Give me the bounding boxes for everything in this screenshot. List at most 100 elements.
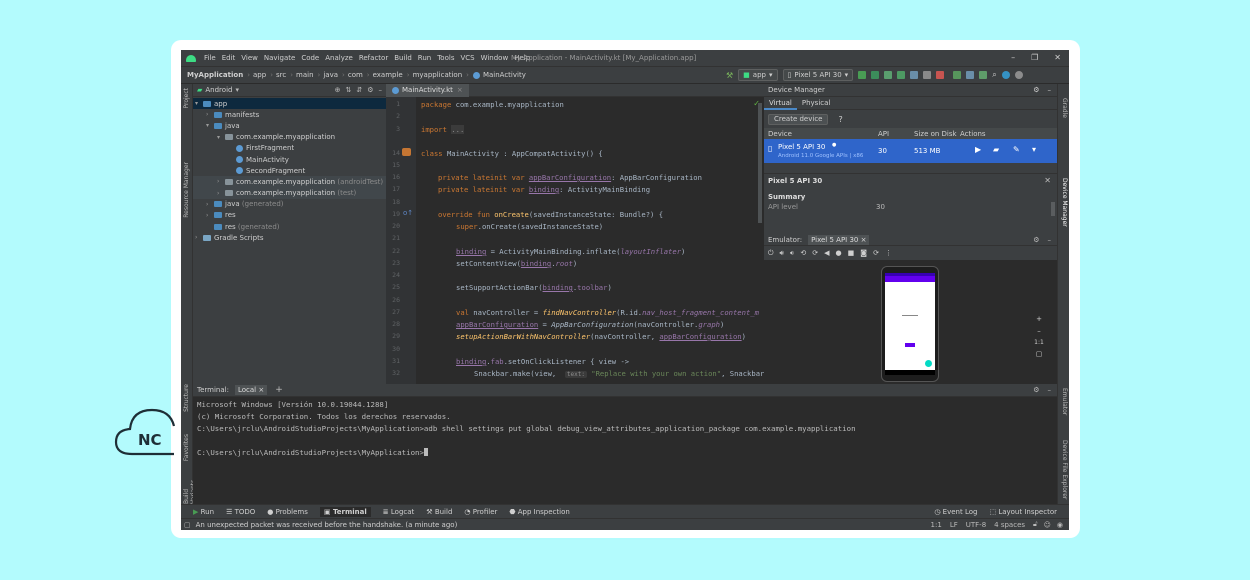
tree-item-firstfragment[interactable]: FirstFragment [193, 143, 386, 154]
emulator-tab[interactable]: Pixel 5 API 30 × [808, 234, 870, 245]
account-icon[interactable] [1014, 71, 1023, 79]
attach-debugger-icon[interactable] [923, 71, 932, 79]
override-gutter-icon[interactable]: o↑ [403, 209, 413, 217]
resource-manager-tool-tab[interactable]: Resource Manager [183, 162, 190, 218]
emulator-screen[interactable] [885, 273, 935, 375]
snapshot-icon[interactable]: ⟳ [873, 249, 879, 257]
fit-screen-icon[interactable]: ▢ [1033, 350, 1045, 358]
volume-down-icon[interactable]: 🔉︎ [790, 249, 794, 258]
screenshot-icon[interactable]: ◙ [860, 249, 867, 257]
code-area[interactable]: package com.example.myapplication import… [416, 97, 764, 384]
gear-icon[interactable]: ⚙ [1033, 236, 1039, 244]
help-button[interactable]: ? [838, 115, 842, 124]
zoom-actual-button[interactable]: 1:1 [1033, 339, 1045, 346]
chevron-down-icon[interactable]: ▾ [1032, 145, 1036, 154]
create-device-button[interactable]: Create device [768, 113, 829, 125]
gear-icon[interactable]: ⚙ [1033, 86, 1039, 94]
menu-analyze[interactable]: Analyze [325, 54, 353, 62]
emulator-phone[interactable] [881, 266, 939, 382]
menu-edit[interactable]: Edit [222, 54, 236, 62]
status-message[interactable]: An unexpected packet was received before… [196, 521, 458, 529]
caret-position[interactable]: 1:1 [931, 521, 942, 529]
collapse-all-icon[interactable]: ⇵ [356, 86, 362, 94]
expand-all-icon[interactable]: ⇅ [345, 86, 351, 94]
editor-scrollbar[interactable] [758, 103, 762, 223]
hide-icon[interactable]: – [1048, 386, 1052, 394]
column-size[interactable]: Size on Disk [914, 130, 957, 138]
launch-icon[interactable]: ▶ [975, 145, 981, 154]
status-toggle-icon[interactable]: ▢ [184, 521, 191, 529]
gear-icon[interactable]: ⚙ [367, 86, 373, 94]
more-icon[interactable]: ⋮ [885, 249, 892, 257]
file-encoding[interactable]: UTF-8 [966, 521, 986, 529]
rotate-right-icon[interactable]: ⟳ [812, 249, 818, 257]
tree-item-java[interactable]: ▾ java [193, 120, 386, 131]
tree-item-java-generated[interactable]: › java (generated) [193, 199, 386, 210]
details-scrollbar[interactable] [1051, 202, 1055, 216]
terminal-tab-local[interactable]: Local × [234, 385, 268, 395]
rotate-left-icon[interactable]: ⟲ [800, 249, 806, 257]
gradle-tool-tab[interactable]: Gradle [1061, 98, 1068, 118]
column-device[interactable]: Device [768, 130, 792, 138]
volume-up-icon[interactable]: 🔊︎ [780, 249, 784, 258]
tool-problems[interactable]: ● Problems [267, 508, 308, 516]
apply-changes-icon[interactable] [871, 71, 880, 79]
project-view-select[interactable]: Android [205, 86, 232, 94]
menu-build[interactable]: Build [394, 54, 412, 62]
tool-layout-inspector[interactable]: ⬚ Layout Inspector [989, 508, 1057, 516]
breadcrumb-project[interactable]: MyApplication [187, 71, 243, 79]
tool-logcat[interactable]: ≣ Logcat [383, 508, 415, 516]
tree-item-res[interactable]: › res [193, 210, 386, 221]
home-icon[interactable]: ● [836, 249, 842, 257]
close-window-icon[interactable]: ✕ [1054, 53, 1061, 62]
gear-icon[interactable]: ⚙ [1033, 386, 1039, 394]
tool-todo[interactable]: ☰ TODO [226, 508, 255, 516]
stop-icon[interactable] [936, 71, 945, 79]
menu-code[interactable]: Code [301, 54, 319, 62]
device-row[interactable]: ▯ Pixel 5 API 30 ● Android 11.0 Google A… [764, 139, 1057, 163]
hide-icon[interactable]: – [379, 86, 383, 94]
column-api[interactable]: API [878, 130, 889, 138]
breadcrumb-main[interactable]: main [296, 71, 314, 79]
minimize-icon[interactable]: – [1011, 53, 1015, 62]
apply-code-changes-icon[interactable] [884, 71, 893, 79]
locate-icon[interactable]: ⊕ [335, 86, 341, 94]
profile-icon[interactable] [910, 71, 919, 79]
search-icon[interactable]: ⌕ [992, 70, 996, 80]
device-manager-icon[interactable] [966, 71, 975, 79]
breadcrumb-src[interactable]: src [276, 71, 286, 79]
menu-vcs[interactable]: VCS [460, 54, 474, 62]
back-icon[interactable]: ◀ [824, 249, 829, 257]
menu-run[interactable]: Run [418, 54, 431, 62]
device-file-explorer-tool-tab[interactable]: Device File Explorer [1061, 440, 1068, 499]
tab-physical[interactable]: Physical [797, 99, 835, 107]
device-manager-tool-tab[interactable]: Device Manager [1061, 178, 1068, 227]
breadcrumb-myapplication[interactable]: myapplication [413, 71, 463, 79]
menu-navigate[interactable]: Navigate [264, 54, 295, 62]
menu-file[interactable]: File [204, 54, 216, 62]
tool-build[interactable]: ⚒ Build [426, 508, 452, 516]
tree-item-package-main[interactable]: ▾ com.example.myapplication [193, 132, 386, 143]
class-gutter-icon[interactable] [402, 148, 411, 156]
tool-app-inspection[interactable]: ⬣ App Inspection [509, 508, 569, 516]
tree-item-package-test[interactable]: › com.example.myapplication (test) [193, 187, 386, 199]
tool-profiler[interactable]: ◔ Profiler [464, 508, 497, 516]
line-separator[interactable]: LF [950, 521, 958, 529]
tool-terminal[interactable]: ▣ Terminal [319, 506, 371, 517]
run-icon[interactable] [858, 71, 867, 79]
new-terminal-icon[interactable]: + [275, 385, 283, 395]
lock-icon[interactable]: 🔓︎ [1033, 520, 1038, 529]
tool-event-log[interactable]: ◷ Event Log [934, 508, 977, 516]
overview-icon[interactable]: ■ [848, 249, 855, 257]
menu-tools[interactable]: Tools [437, 54, 454, 62]
memory-icon[interactable]: ◉ [1057, 521, 1063, 529]
smiley-icon[interactable]: ☺ [1044, 521, 1051, 529]
menu-view[interactable]: View [241, 54, 258, 62]
tab-mainactivity[interactable]: MainActivity.kt × [386, 83, 469, 97]
tree-item-app[interactable]: ▾ app [193, 98, 386, 110]
sdk-manager-icon[interactable] [979, 71, 988, 79]
hammer-icon[interactable]: ⚒ [726, 71, 733, 80]
terminal-output[interactable]: Microsoft Windows [Versión 10.0.19044.12… [193, 397, 1057, 504]
folder-icon[interactable]: ▰ [993, 145, 999, 154]
zoom-in-icon[interactable]: + [1033, 315, 1045, 323]
